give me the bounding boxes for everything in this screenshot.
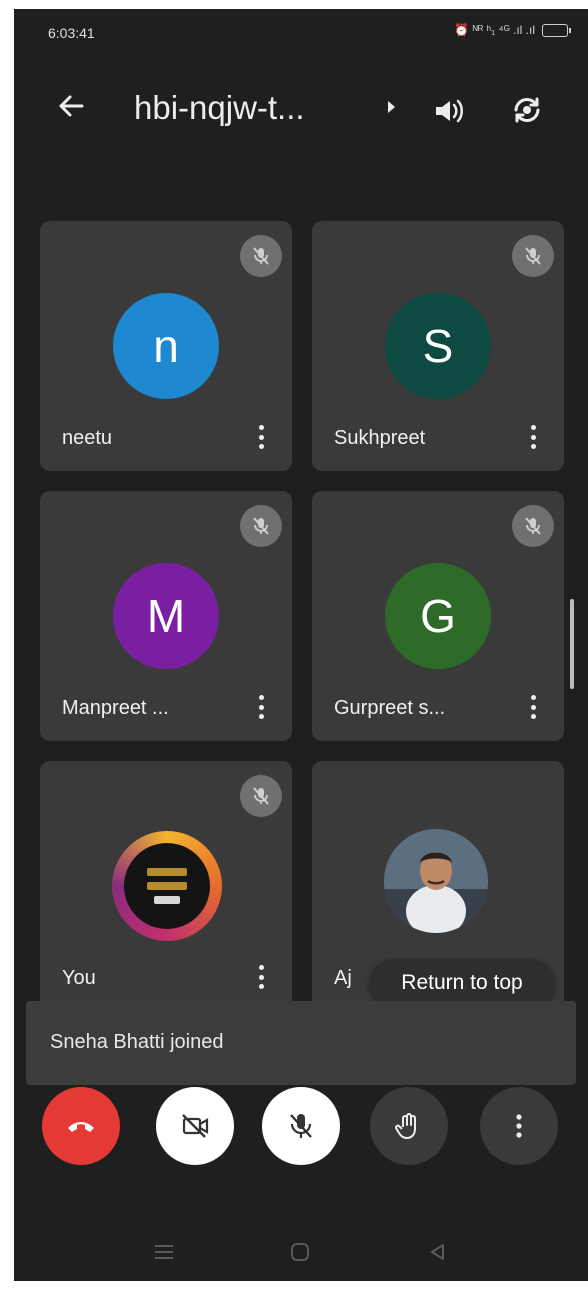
mic-off-icon — [290, 1114, 312, 1138]
logo-image — [124, 843, 210, 929]
participant-tile[interactable]: M Manpreet ... — [40, 491, 292, 741]
participant-name: You — [62, 967, 96, 989]
participant-name: Sukhpreet — [334, 427, 426, 449]
menu-icon[interactable] — [144, 1237, 184, 1267]
mic-off-icon — [240, 775, 282, 817]
more-vert-icon[interactable] — [530, 425, 536, 449]
participant-name: neetu — [62, 427, 113, 449]
more-options-button[interactable] — [480, 1087, 558, 1165]
toast-text: Sneha Bhatti joined — [50, 1031, 224, 1053]
more-vert-icon[interactable] — [530, 695, 536, 719]
battery-icon — [542, 23, 571, 37]
participant-name: Aj — [334, 967, 352, 989]
camera-off-icon — [182, 1114, 209, 1138]
screen: 6:03:41 ⏰ ᴺᴿ ʰ₁ ⁴ᴳ .ıl .ıl hbi-nqjw-t...… — [14, 9, 588, 1281]
avatar: S — [385, 293, 491, 399]
end-call-icon — [68, 1122, 94, 1132]
meeting-title[interactable]: hbi-nqjw-t... — [134, 89, 305, 127]
more-vert-icon[interactable] — [258, 425, 264, 449]
camera-flip-icon[interactable] — [508, 91, 546, 129]
title-caret-icon[interactable] — [388, 101, 395, 113]
mic-off-icon — [240, 235, 282, 277]
more-options-icon — [516, 1114, 522, 1138]
status-time: 6:03:41 — [48, 25, 95, 41]
status-indicator-text: ⏰ ᴺᴿ ʰ₁ ⁴ᴳ .ıl .ıl — [454, 23, 535, 37]
mic-toggle-button[interactable] — [262, 1087, 340, 1165]
avatar: G — [385, 563, 491, 669]
avatar: n — [113, 293, 219, 399]
mic-off-icon — [512, 235, 554, 277]
scrollbar[interactable] — [570, 599, 574, 689]
participant-name: Gurpreet s... — [334, 697, 446, 719]
back-triangle-icon[interactable] — [418, 1237, 458, 1267]
participant-tile[interactable]: G Gurpreet s... — [312, 491, 564, 741]
participant-tile[interactable]: n neetu — [40, 221, 292, 471]
back-arrow-icon[interactable] — [54, 89, 88, 123]
avatar-logo — [112, 831, 222, 941]
avatar: M — [113, 563, 219, 669]
mic-off-icon — [240, 505, 282, 547]
status-indicators: ⏰ ᴺᴿ ʰ₁ ⁴ᴳ .ıl .ıl — [454, 23, 571, 37]
more-vert-icon[interactable] — [258, 965, 264, 989]
raise-hand-icon — [395, 1113, 416, 1139]
speaker-icon[interactable] — [430, 93, 466, 129]
home-icon[interactable] — [280, 1237, 320, 1267]
mic-off-icon — [512, 505, 554, 547]
participant-tile[interactable]: S Sukhpreet — [312, 221, 564, 471]
participant-name: Manpreet ... — [62, 697, 169, 719]
more-vert-icon[interactable] — [258, 695, 264, 719]
participant-tile-you[interactable]: You — [40, 761, 292, 1011]
raise-hand-button[interactable] — [370, 1087, 448, 1165]
return-to-top-button[interactable]: Return to top — [370, 959, 554, 1007]
join-toast: Sneha Bhatti joined — [26, 1001, 576, 1085]
camera-toggle-button[interactable] — [156, 1087, 234, 1165]
status-bar: 6:03:41 ⏰ ᴺᴿ ʰ₁ ⁴ᴳ .ıl .ıl — [14, 9, 588, 57]
avatar-photo — [384, 829, 488, 933]
end-call-button[interactable] — [42, 1087, 120, 1165]
